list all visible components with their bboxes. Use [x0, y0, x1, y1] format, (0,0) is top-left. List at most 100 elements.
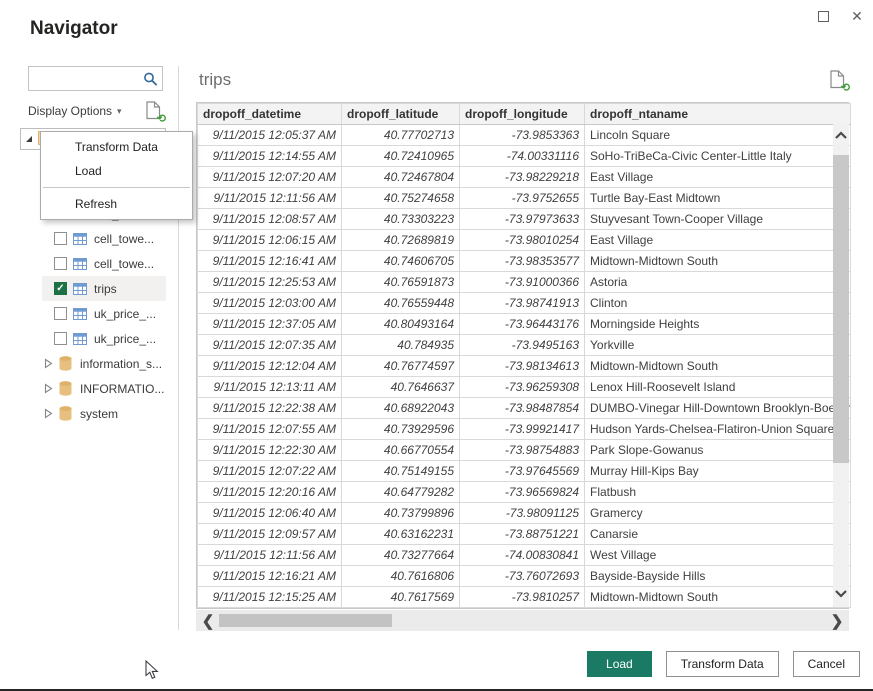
cell-dropoff_ntaname: Lenox Hill-Roosevelt Island: [585, 377, 851, 398]
cell-dropoff_datetime: 9/11/2015 12:22:38 AM: [198, 398, 342, 419]
search-box[interactable]: [28, 66, 163, 91]
tree-expanded-icon: [25, 135, 33, 143]
table-row: 9/11/2015 12:25:53 AM40.76591873-73.9100…: [198, 272, 851, 293]
checkbox-unchecked[interactable]: [54, 332, 67, 345]
cell-dropoff_longitude: -73.97973633: [460, 209, 585, 230]
table-row: 9/11/2015 12:07:35 AM40.784935-73.949516…: [198, 335, 851, 356]
table-row: 9/11/2015 12:22:38 AM40.68922043-73.9848…: [198, 398, 851, 419]
sidebar-item-cell-towe[interactable]: cell_towe...: [42, 251, 166, 276]
menu-item-transform-data[interactable]: Transform Data: [41, 135, 192, 159]
navigator-dialog: ✕ Navigator Display Options ▾ ⟲ cell_tow…: [0, 0, 873, 691]
cell-dropoff_datetime: 9/11/2015 12:08:57 AM: [198, 209, 342, 230]
checkbox-unchecked[interactable]: [54, 232, 67, 245]
sidebar-item-informatio[interactable]: INFORMATIO...: [42, 376, 166, 401]
mouse-cursor-icon: [145, 660, 159, 685]
cell-dropoff_longitude: -73.98134613: [460, 356, 585, 377]
tree-item-label: cell_towe...: [94, 232, 154, 246]
cell-dropoff_ntaname: Morningside Heights: [585, 314, 851, 335]
refresh-arrows-icon: ⟲: [841, 81, 850, 94]
checkbox-unchecked[interactable]: [54, 307, 67, 320]
table-row: 9/11/2015 12:22:30 AM40.66770554-73.9875…: [198, 440, 851, 461]
sidebar: Display Options ▾ ⟲: [28, 66, 166, 121]
close-button[interactable]: ✕: [849, 8, 865, 24]
vertical-scroll-thumb[interactable]: [833, 155, 849, 463]
cell-dropoff_datetime: 9/11/2015 12:15:25 AM: [198, 587, 342, 608]
sidebar-item-information-s[interactable]: information_s...: [42, 351, 166, 376]
cell-dropoff_longitude: -73.88751221: [460, 524, 585, 545]
table-row: 9/11/2015 12:14:55 AM40.72410965-74.0033…: [198, 146, 851, 167]
cell-dropoff_datetime: 9/11/2015 12:07:35 AM: [198, 335, 342, 356]
cell-dropoff_ntaname: Flatbush: [585, 482, 851, 503]
cell-dropoff_longitude: -73.9752655: [460, 188, 585, 209]
cell-dropoff_datetime: 9/11/2015 12:03:00 AM: [198, 293, 342, 314]
table-row: 9/11/2015 12:08:57 AM40.73303223-73.9797…: [198, 209, 851, 230]
cancel-button[interactable]: Cancel: [793, 651, 860, 677]
tree-item-label: INFORMATIO...: [80, 382, 164, 396]
tree-item-label: uk_price_...: [94, 307, 156, 321]
sidebar-item-cell-towe[interactable]: cell_towe...: [42, 226, 166, 251]
load-button[interactable]: Load: [587, 651, 652, 677]
cell-dropoff_ntaname: Astoria: [585, 272, 851, 293]
table-icon: [73, 308, 87, 320]
table-row: 9/11/2015 12:37:05 AM40.80493164-73.9644…: [198, 314, 851, 335]
sidebar-item-system[interactable]: system: [42, 401, 166, 426]
cell-dropoff_longitude: -74.00830841: [460, 545, 585, 566]
table-row: 9/11/2015 12:03:00 AM40.76559448-73.9874…: [198, 293, 851, 314]
table-header-row: dropoff_datetimedropoff_latitudedropoff_…: [198, 104, 851, 125]
cell-dropoff_datetime: 9/11/2015 12:09:57 AM: [198, 524, 342, 545]
cell-dropoff_ntaname: Clinton: [585, 293, 851, 314]
footer-buttons: Load Transform Data Cancel: [0, 651, 860, 677]
horizontal-scroll-thumb[interactable]: [219, 614, 392, 627]
display-options-dropdown[interactable]: Display Options: [28, 104, 112, 118]
search-input[interactable]: [33, 69, 141, 88]
cell-dropoff_latitude: 40.75149155: [342, 461, 460, 482]
refresh-source-icon[interactable]: ⟲: [146, 101, 163, 121]
scroll-left-icon[interactable]: ❮: [199, 611, 217, 630]
cell-dropoff_datetime: 9/11/2015 12:07:20 AM: [198, 167, 342, 188]
tree-item-label: information_s...: [80, 357, 162, 371]
cell-dropoff_ntaname: Midtown-Midtown South: [585, 251, 851, 272]
vertical-scrollbar[interactable]: [833, 123, 849, 607]
cell-dropoff_latitude: 40.72467804: [342, 167, 460, 188]
table-icon: [73, 283, 87, 295]
cell-dropoff_longitude: -73.96443176: [460, 314, 585, 335]
cell-dropoff_datetime: 9/11/2015 12:25:53 AM: [198, 272, 342, 293]
expand-chevron-icon[interactable]: [44, 408, 53, 419]
cell-dropoff_latitude: 40.76559448: [342, 293, 460, 314]
cell-dropoff_datetime: 9/11/2015 12:20:16 AM: [198, 482, 342, 503]
database-icon: [59, 356, 72, 371]
cell-dropoff_latitude: 40.68922043: [342, 398, 460, 419]
table-row: 9/11/2015 12:06:40 AM40.73799896-73.9809…: [198, 503, 851, 524]
cell-dropoff_latitude: 40.7646637: [342, 377, 460, 398]
table-row: 9/11/2015 12:11:56 AM40.73277664-74.0083…: [198, 545, 851, 566]
expand-chevron-icon[interactable]: [44, 358, 53, 369]
scroll-right-icon[interactable]: ❯: [828, 611, 846, 630]
checkbox-unchecked[interactable]: [54, 257, 67, 270]
cell-dropoff_datetime: 9/11/2015 12:07:55 AM: [198, 419, 342, 440]
horizontal-scrollbar[interactable]: ❮ ❯: [196, 610, 849, 631]
expand-chevron-icon[interactable]: [44, 383, 53, 394]
transform-data-button[interactable]: Transform Data: [666, 651, 779, 677]
maximize-button[interactable]: [815, 8, 831, 24]
scroll-down-icon[interactable]: [834, 585, 848, 603]
checkbox-checked[interactable]: ✓: [54, 282, 67, 295]
menu-item-load[interactable]: Load: [41, 159, 192, 183]
sidebar-item-trips[interactable]: ✓trips: [42, 276, 166, 301]
table-icon: [73, 333, 87, 345]
menu-item-refresh[interactable]: Refresh: [41, 192, 192, 216]
search-icon[interactable]: [143, 71, 158, 92]
cell-dropoff_datetime: 9/11/2015 12:11:56 AM: [198, 545, 342, 566]
cell-dropoff_latitude: 40.64779282: [342, 482, 460, 503]
cell-dropoff_datetime: 9/11/2015 12:11:56 AM: [198, 188, 342, 209]
cell-dropoff_latitude: 40.80493164: [342, 314, 460, 335]
sidebar-item-uk-price[interactable]: uk_price_...: [42, 326, 166, 351]
refresh-preview-icon[interactable]: ⟲: [830, 70, 847, 90]
scroll-up-icon[interactable]: [834, 127, 848, 145]
cell-dropoff_longitude: -73.97645569: [460, 461, 585, 482]
cell-dropoff_ntaname: Canarsie: [585, 524, 851, 545]
navigator-tree: cell_towe...cell_towe...cell_towe...✓tri…: [42, 201, 166, 426]
cell-dropoff_latitude: 40.784935: [342, 335, 460, 356]
cell-dropoff_ntaname: Yorkville: [585, 335, 851, 356]
sidebar-item-uk-price[interactable]: uk_price_...: [42, 301, 166, 326]
preview-table: dropoff_datetimedropoff_latitudedropoff_…: [197, 103, 851, 608]
